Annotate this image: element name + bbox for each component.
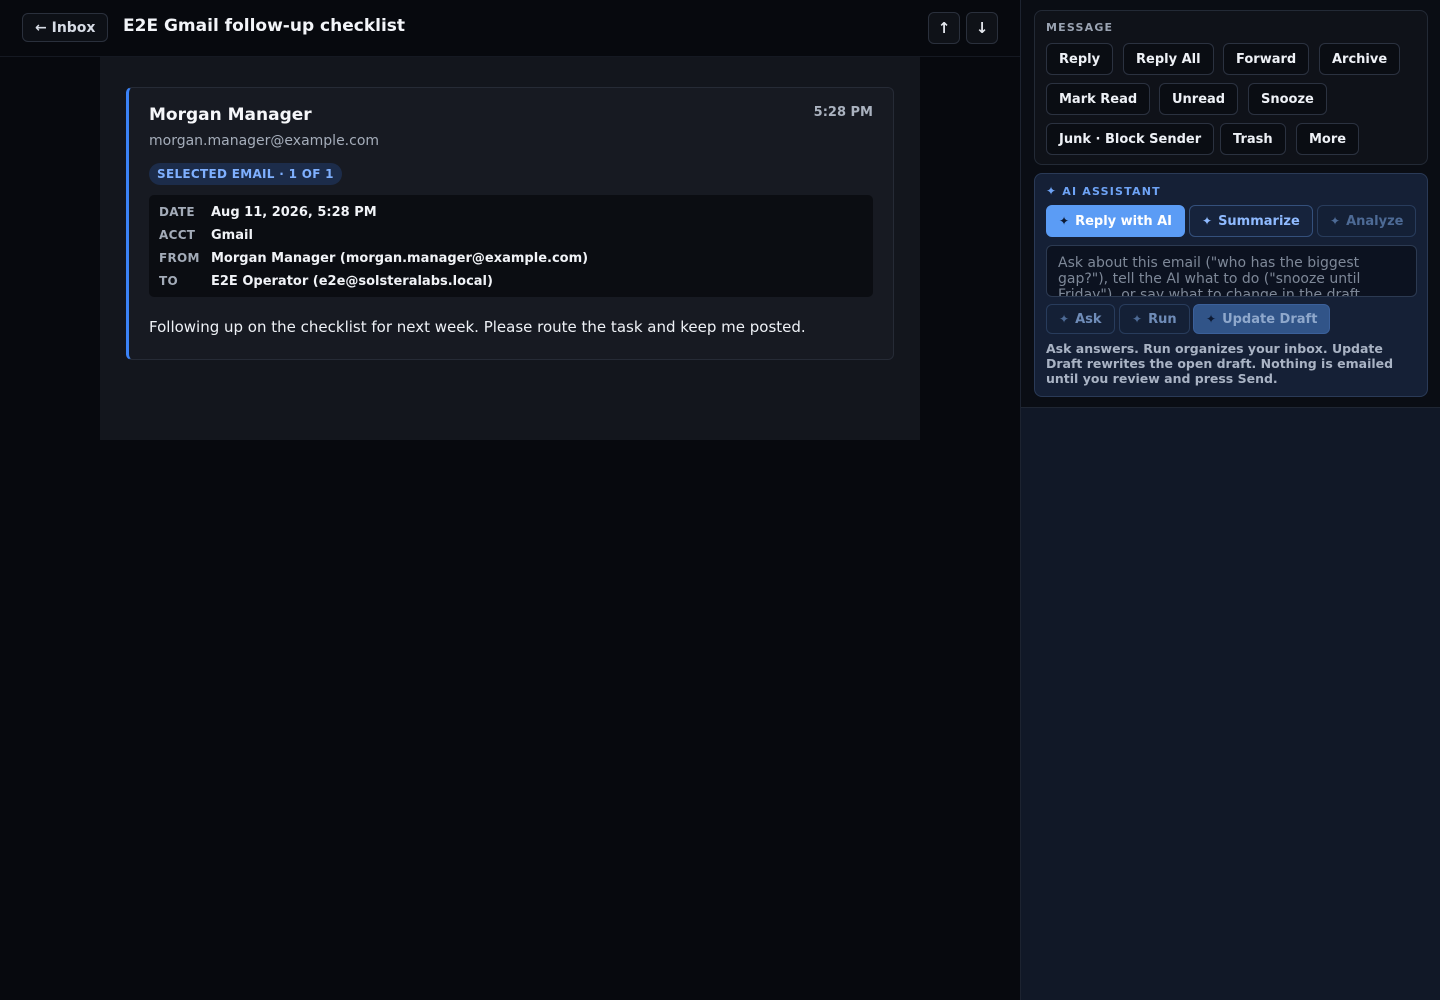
ai-prompt-input[interactable] <box>1046 245 1417 297</box>
selected-email-badge: SELECTED EMAIL · 1 OF 1 <box>149 163 342 185</box>
snooze-button[interactable]: Snooze <box>1248 83 1327 115</box>
analyze-button[interactable]: ✦ Analyze <box>1317 205 1417 237</box>
run-button[interactable]: ✦ Run <box>1119 304 1190 334</box>
meta-row-from: FROM Morgan Manager (morgan.manager@exam… <box>159 249 588 267</box>
email-metadata: DATE Aug 11, 2026, 5:28 PM ACCT Gmail FR… <box>149 195 873 297</box>
mark-read-button[interactable]: Mark Read <box>1046 83 1151 115</box>
update-draft-label: Update Draft <box>1222 311 1318 327</box>
unread-button[interactable]: Unread <box>1159 83 1239 115</box>
run-label: Run <box>1148 311 1177 327</box>
archive-button[interactable]: Archive <box>1319 43 1401 75</box>
app-root: ← Inbox E2E Gmail follow-up checklist ↑ … <box>0 0 1440 1000</box>
sparkle-icon: ✦ <box>1206 312 1217 326</box>
reply-all-button[interactable]: Reply All <box>1123 43 1214 75</box>
email-body: Following up on the checklist for next w… <box>149 318 806 336</box>
arrow-down-icon: ↓ <box>975 19 989 37</box>
reply-with-ai-button[interactable]: ✦ Reply with AI <box>1046 205 1186 237</box>
ai-heading-label: AI ASSISTANT <box>1062 184 1161 198</box>
meta-row-to: TO E2E Operator (e2e@solsteralabs.local) <box>159 272 493 290</box>
next-email-button[interactable]: ↓ <box>966 12 998 44</box>
meta-label: ACCT <box>159 228 196 242</box>
side-panel: MESSAGE Reply Reply All Forward Archive … <box>1020 0 1440 1000</box>
ai-assistant-heading: ✦ AI ASSISTANT <box>1046 184 1161 198</box>
meta-row-date: DATE Aug 11, 2026, 5:28 PM <box>159 203 377 221</box>
trash-button[interactable]: Trash <box>1220 123 1286 155</box>
message-section-heading: MESSAGE <box>1046 21 1114 34</box>
meta-value: Gmail <box>211 227 253 243</box>
reading-pane: ← Inbox E2E Gmail follow-up checklist ↑ … <box>0 0 1020 1000</box>
ask-label: Ask <box>1075 311 1102 327</box>
update-draft-button[interactable]: ✦ Update Draft <box>1193 304 1331 334</box>
side-panel-actions-area: MESSAGE Reply Reply All Forward Archive … <box>1021 0 1440 408</box>
sparkle-icon: ✦ <box>1059 214 1070 228</box>
ai-help-text: Ask answers. Run organizes your inbox. U… <box>1046 341 1394 386</box>
message-actions-card: MESSAGE Reply Reply All Forward Archive … <box>1034 10 1428 165</box>
email-time: 5:28 PM <box>813 105 873 120</box>
ai-assistant-card: ✦ AI ASSISTANT ✦ Reply with AI ✦ Summari… <box>1034 173 1428 397</box>
summarize-label: Summarize <box>1218 213 1300 229</box>
meta-value: E2E Operator (e2e@solsteralabs.local) <box>211 273 493 289</box>
summarize-button[interactable]: ✦ Summarize <box>1189 205 1313 237</box>
previous-email-button[interactable]: ↑ <box>928 12 960 44</box>
email-reading-area: Morgan Manager morgan.manager@example.co… <box>100 57 920 440</box>
forward-button[interactable]: Forward <box>1223 43 1310 75</box>
sender-email: morgan.manager@example.com <box>149 133 380 149</box>
back-to-inbox-button[interactable]: ← Inbox <box>22 13 109 42</box>
sender-name: Morgan Manager <box>149 105 312 125</box>
back-label: ← Inbox <box>35 19 96 36</box>
sparkle-icon: ✦ <box>1132 312 1143 326</box>
sparkle-icon: ✦ <box>1330 214 1341 228</box>
meta-row-account: ACCT Gmail <box>159 226 253 244</box>
sparkle-icon: ✦ <box>1059 312 1070 326</box>
arrow-up-icon: ↑ <box>937 19 951 37</box>
more-button[interactable]: More <box>1296 123 1360 155</box>
meta-value: Aug 11, 2026, 5:28 PM <box>211 204 377 220</box>
meta-value: Morgan Manager (morgan.manager@example.c… <box>211 250 589 266</box>
reply-button[interactable]: Reply <box>1046 43 1114 75</box>
junk-block-sender-button[interactable]: Junk · Block Sender <box>1046 123 1215 155</box>
meta-label: TO <box>159 274 178 288</box>
meta-label: DATE <box>159 205 195 219</box>
page-title: E2E Gmail follow-up checklist <box>123 16 406 36</box>
analyze-label: Analyze <box>1346 213 1404 229</box>
email-card: Morgan Manager morgan.manager@example.co… <box>126 87 894 360</box>
reply-with-ai-label: Reply with AI <box>1075 213 1173 229</box>
top-bar: ← Inbox E2E Gmail follow-up checklist ↑ … <box>0 0 1020 57</box>
meta-label: FROM <box>159 251 200 265</box>
sparkle-icon: ✦ <box>1202 214 1213 228</box>
sparkle-icon: ✦ <box>1046 184 1058 198</box>
ask-button[interactable]: ✦ Ask <box>1046 304 1115 334</box>
